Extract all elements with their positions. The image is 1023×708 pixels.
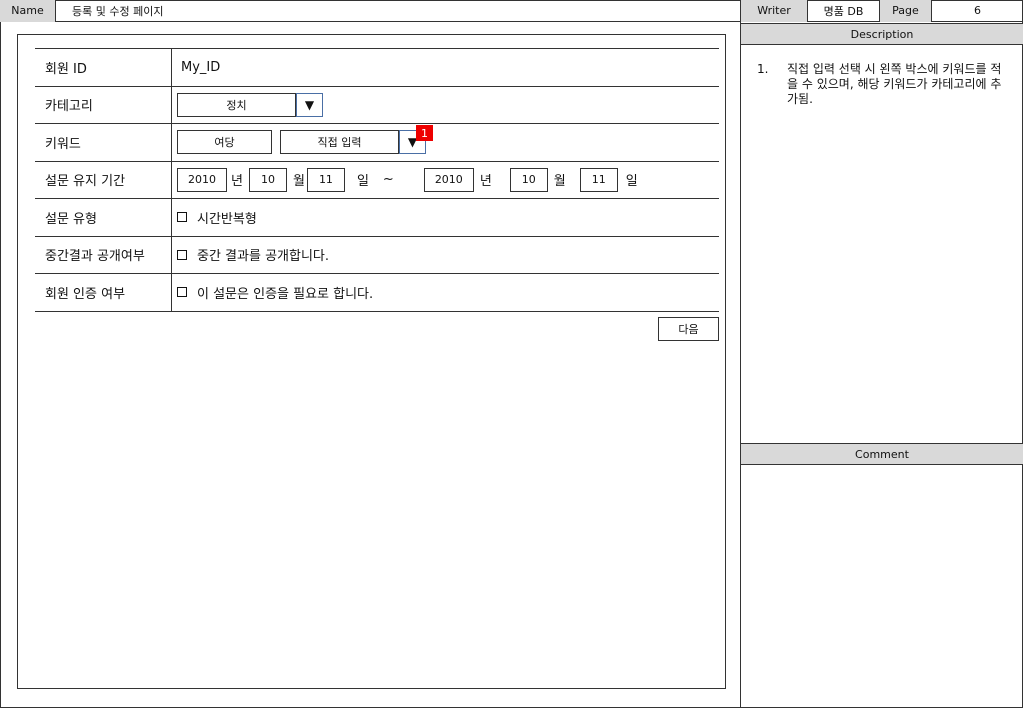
- chevron-down-icon[interactable]: ▼: [296, 92, 323, 117]
- keyword-select-value[interactable]: 직접 입력: [280, 130, 399, 155]
- form-row-category: 카테고리 정치 ▼: [35, 86, 719, 124]
- page-number: 6: [931, 0, 1023, 22]
- keyword-select[interactable]: 직접 입력 ▼: [280, 130, 426, 155]
- panel-divider: [740, 0, 741, 708]
- year-unit: 년: [479, 174, 492, 190]
- form-row-member-id: 회원 ID My_ID: [35, 49, 719, 87]
- year-unit: 년: [231, 174, 243, 190]
- writer-label: Writer: [740, 0, 807, 22]
- auth-option: 이 설문은 인증을 필요로 합니다.: [197, 286, 374, 302]
- start-day-input[interactable]: 11: [306, 167, 345, 192]
- comment-title: Comment: [741, 443, 1023, 465]
- keyword-label: 키워드: [35, 124, 172, 161]
- page-label: Page: [879, 0, 931, 22]
- page-title: 등록 및 수정 페이지: [72, 4, 164, 18]
- form-row-keyword: 키워드 여당 직접 입력 ▼: [35, 124, 719, 162]
- end-year-input[interactable]: 2010: [423, 167, 474, 192]
- description-item: 1. 직접 입력 선택 시 왼쪽 박스에 키워드를 적을 수 있으며, 해당 키…: [757, 62, 1007, 107]
- header-meta-bar: Writer 명품 DB Page 6: [740, 0, 1023, 22]
- name-label: Name: [0, 0, 56, 22]
- annotation-marker: 1: [416, 125, 433, 141]
- header-name-bar: Name 등록 및 수정 페이지: [0, 0, 740, 22]
- description-title: Description: [741, 23, 1023, 45]
- month-unit: 월: [553, 174, 566, 190]
- survey-type-label: 설문 유형: [35, 199, 172, 236]
- form-row-period: 설문 유지 기간 2010 년 10 월 11 일 ~ 2010 년 10 월 …: [35, 161, 719, 199]
- form-row-survey-type: 설문 유형 시간반복형: [35, 199, 719, 237]
- month-unit: 월: [292, 174, 305, 190]
- member-id-value: My_ID: [181, 59, 221, 75]
- description-item-number: 1.: [757, 62, 769, 76]
- registration-form: 회원 ID My_ID 카테고리 정치 ▼ 키워드 여당 직접 입력 ▼ 설문 …: [35, 48, 719, 312]
- keyword-input[interactable]: 여당: [177, 130, 272, 155]
- next-button[interactable]: 다음: [658, 317, 719, 341]
- description-item-text: 직접 입력 선택 시 왼쪽 박스에 키워드를 적을 수 있으며, 해당 키워드가…: [787, 62, 1002, 106]
- auth-checkbox[interactable]: [177, 287, 187, 298]
- survey-type-option: 시간반복형: [197, 211, 257, 227]
- interim-checkbox[interactable]: [177, 249, 187, 260]
- category-select-value[interactable]: 정치: [177, 92, 296, 117]
- interim-label: 중간결과 공개여부: [35, 236, 172, 273]
- period-separator: ~: [382, 172, 394, 188]
- member-id-label: 회원 ID: [35, 49, 172, 86]
- start-month-input[interactable]: 10: [248, 167, 287, 192]
- day-unit: 일: [356, 174, 369, 190]
- start-year-input[interactable]: 2010: [177, 167, 227, 192]
- description-list: 1. 직접 입력 선택 시 왼쪽 박스에 키워드를 적을 수 있으며, 해당 키…: [757, 62, 1007, 107]
- end-month-input[interactable]: 10: [509, 167, 548, 192]
- writer-value: 명품 DB: [807, 0, 879, 22]
- category-select[interactable]: 정치 ▼: [177, 92, 323, 117]
- form-row-interim: 중간결과 공개여부 중간 결과를 공개합니다.: [35, 236, 719, 274]
- category-label: 카테고리: [35, 86, 172, 123]
- end-day-input[interactable]: 11: [579, 167, 618, 192]
- auth-label: 회원 인증 여부: [35, 274, 172, 311]
- period-label: 설문 유지 기간: [35, 161, 172, 198]
- interim-option: 중간 결과를 공개합니다.: [197, 249, 329, 265]
- day-unit: 일: [625, 174, 638, 190]
- form-row-auth: 회원 인증 여부 이 설문은 인증을 필요로 합니다.: [35, 274, 719, 312]
- survey-type-checkbox[interactable]: [177, 212, 187, 223]
